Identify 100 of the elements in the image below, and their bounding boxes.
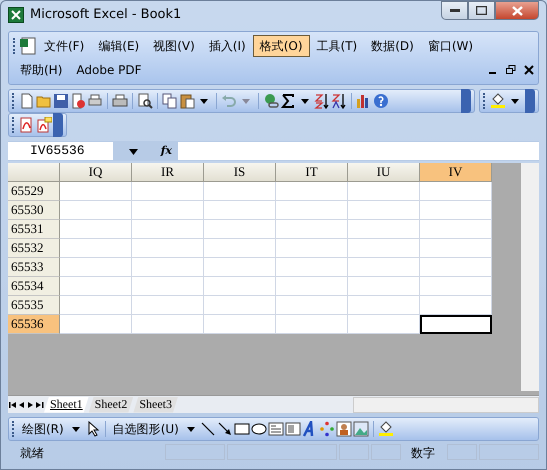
image-icon[interactable] <box>352 421 369 437</box>
table-cell[interactable] <box>204 182 276 201</box>
clipboard-icon[interactable] <box>179 93 195 109</box>
table-cell[interactable] <box>60 277 132 296</box>
table-cell[interactable] <box>132 315 204 334</box>
tab-last-icon[interactable] <box>35 400 44 410</box>
diagram-icon[interactable] <box>318 421 335 437</box>
column-header[interactable]: IQ <box>60 163 132 182</box>
table-cell[interactable] <box>420 277 492 296</box>
table-cell[interactable] <box>348 296 420 315</box>
clip-art-icon[interactable] <box>336 421 352 437</box>
table-cell[interactable] <box>204 201 276 220</box>
table-cell[interactable] <box>60 239 132 258</box>
arrow-icon[interactable] <box>216 421 233 437</box>
table-cell[interactable] <box>204 277 276 296</box>
table-cell[interactable] <box>132 220 204 239</box>
table-cell[interactable] <box>60 296 132 315</box>
minimize-icon[interactable] <box>450 8 460 12</box>
column-header[interactable]: IT <box>276 163 348 182</box>
table-cell[interactable] <box>276 296 348 315</box>
table-cell[interactable] <box>276 277 348 296</box>
name-box[interactable]: IV65536 <box>8 142 113 160</box>
row-header[interactable]: 65535 <box>8 296 60 315</box>
minimize-button[interactable] <box>441 1 468 20</box>
new-document-icon[interactable] <box>19 93 35 109</box>
table-cell[interactable] <box>420 182 492 201</box>
table-cell[interactable] <box>420 201 492 220</box>
table-cell[interactable] <box>276 239 348 258</box>
formula-input[interactable] <box>178 142 539 160</box>
table-cell[interactable] <box>60 258 132 277</box>
menu-item[interactable]: 编辑(E) <box>91 35 146 57</box>
oval-icon[interactable] <box>250 421 267 437</box>
menu-item[interactable]: 数据(D) <box>364 35 421 57</box>
autoshapes-menu[interactable]: 自选图形(U) <box>110 420 182 438</box>
row-header[interactable]: 65531 <box>8 220 60 239</box>
row-header[interactable]: 65536 <box>8 315 60 334</box>
table-cell[interactable] <box>60 201 132 220</box>
table-cell[interactable] <box>204 220 276 239</box>
menu-item[interactable]: 窗口(W) <box>420 35 480 57</box>
table-cell[interactable] <box>276 182 348 201</box>
copy-icon[interactable] <box>162 93 178 109</box>
table-cell[interactable] <box>132 182 204 201</box>
rectangle-icon[interactable] <box>234 421 250 437</box>
menu-item[interactable]: 文件(F) <box>37 35 92 57</box>
table-cell[interactable] <box>204 258 276 277</box>
menu-item[interactable]: 工具(T) <box>310 35 364 57</box>
table-cell[interactable] <box>420 239 492 258</box>
table-cell[interactable] <box>204 239 276 258</box>
document-badge-icon[interactable] <box>70 93 86 109</box>
globe-link-icon[interactable] <box>263 93 279 109</box>
undo-icon[interactable] <box>221 93 237 109</box>
table-cell[interactable] <box>420 296 492 315</box>
row-header[interactable]: 65529 <box>8 182 60 201</box>
column-header[interactable]: IU <box>348 163 420 182</box>
sheet-tab[interactable]: Sheet2 <box>88 396 134 412</box>
toolbar-options-button[interactable] <box>461 89 471 113</box>
close-icon[interactable] <box>524 65 534 75</box>
table-cell[interactable] <box>132 296 204 315</box>
menu-item[interactable]: 帮助(H) <box>13 59 70 81</box>
table-cell[interactable] <box>348 182 420 201</box>
table-cell[interactable] <box>276 201 348 220</box>
table-cell[interactable] <box>60 220 132 239</box>
active-cell[interactable] <box>420 315 492 334</box>
vertical-scrollbar[interactable] <box>521 163 539 391</box>
table-cell[interactable] <box>420 258 492 277</box>
restore-icon[interactable] <box>506 65 516 75</box>
table-cell[interactable] <box>132 239 204 258</box>
menu-item[interactable]: Adobe PDF <box>69 59 149 81</box>
row-header[interactable]: 65530 <box>8 201 60 220</box>
paint-bucket-icon[interactable] <box>378 421 394 437</box>
table-cell[interactable] <box>60 182 132 201</box>
row-header[interactable]: 65533 <box>8 258 60 277</box>
pdf-comment-icon[interactable] <box>36 117 52 133</box>
magnifier-icon[interactable] <box>137 93 153 109</box>
table-cell[interactable] <box>348 239 420 258</box>
table-cell[interactable] <box>276 220 348 239</box>
fx-label[interactable]: fx <box>160 142 178 160</box>
menu-item[interactable]: 格式(O) <box>252 35 310 57</box>
vertical-text-icon[interactable] <box>284 421 301 437</box>
sheet-tab[interactable]: Sheet1 <box>44 396 89 412</box>
column-header[interactable]: IS <box>204 163 276 182</box>
table-cell[interactable] <box>276 315 348 334</box>
table-cell[interactable] <box>348 258 420 277</box>
horizontal-scrollbar[interactable] <box>353 396 539 412</box>
paint-bucket-icon[interactable] <box>490 93 506 109</box>
menu-item[interactable]: 插入(I) <box>202 35 253 57</box>
document-icon[interactable] <box>19 37 37 55</box>
table-cell[interactable] <box>420 220 492 239</box>
printer-icon[interactable] <box>112 93 128 109</box>
menu-item[interactable]: 视图(V) <box>146 35 202 57</box>
tab-first-icon[interactable] <box>8 400 17 410</box>
help-icon[interactable] <box>373 93 389 109</box>
table-cell[interactable] <box>276 258 348 277</box>
sort-ascending-icon[interactable] <box>314 93 330 109</box>
column-header[interactable]: IR <box>132 163 204 182</box>
column-header[interactable]: IV <box>420 163 492 182</box>
table-cell[interactable] <box>348 220 420 239</box>
maximize-icon[interactable] <box>476 6 487 15</box>
table-cell[interactable] <box>348 315 420 334</box>
caret-icon[interactable] <box>129 148 138 155</box>
